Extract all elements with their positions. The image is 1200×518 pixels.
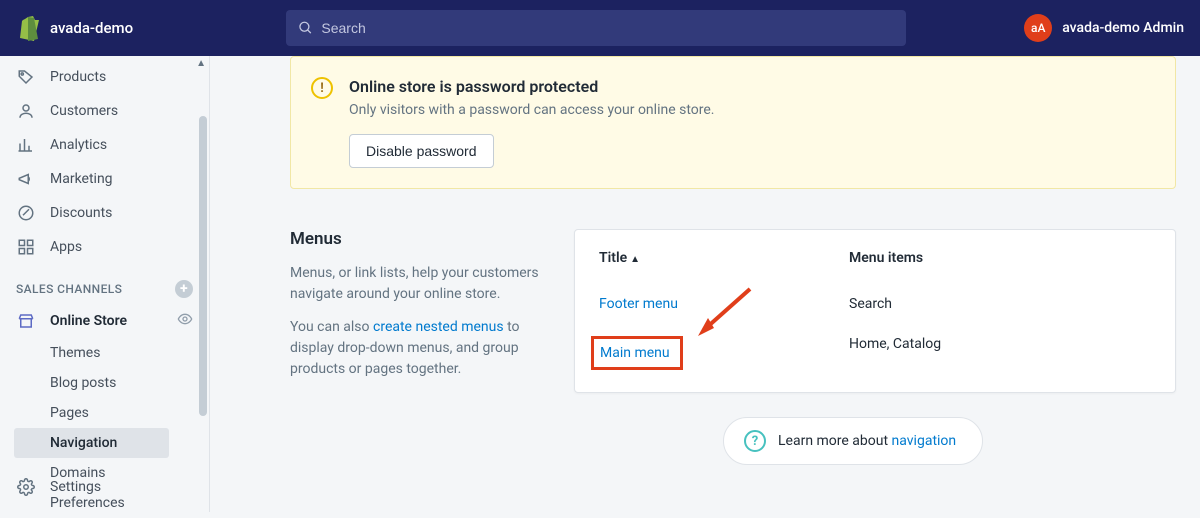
disable-password-button[interactable]: Disable password	[349, 134, 494, 168]
nav-discounts[interactable]: Discounts	[0, 196, 209, 230]
nav-label: Customers	[50, 103, 118, 119]
table-header: Title▲ Menu items	[575, 250, 1175, 284]
menus-para-2: You can also create nested menus to disp…	[290, 317, 550, 380]
nav-label: Apps	[50, 239, 82, 255]
search-area	[286, 10, 1024, 46]
nav-label: Products	[50, 69, 106, 85]
annotation-highlight-box: Main menu	[591, 336, 683, 370]
apps-icon	[16, 237, 36, 257]
col-title-header[interactable]: Title▲	[599, 250, 849, 266]
nav-label: Analytics	[50, 137, 107, 153]
add-channel-icon[interactable]: +	[175, 280, 193, 298]
main-content: ! Online store is password protected Onl…	[210, 56, 1200, 512]
search-input[interactable]	[321, 20, 894, 36]
analytics-icon	[16, 135, 36, 155]
menus-heading: Menus	[290, 229, 550, 249]
person-icon	[16, 101, 36, 121]
create-nested-menus-link[interactable]: create nested menus	[373, 319, 504, 335]
learn-navigation-link[interactable]: navigation	[892, 433, 957, 449]
help-icon: ?	[744, 430, 766, 452]
section-title-text: SALES CHANNELS	[16, 282, 122, 296]
view-store-icon[interactable]	[177, 311, 193, 331]
discount-icon	[16, 203, 36, 223]
sub-themes[interactable]: Themes	[50, 338, 209, 368]
menu-items-cell: Search	[849, 296, 1151, 312]
sort-asc-icon: ▲	[630, 254, 640, 265]
nav-label: Online Store	[50, 313, 163, 329]
nav-customers[interactable]: Customers	[0, 94, 209, 128]
sidebar-scrollbar[interactable]: ▲	[195, 56, 209, 512]
search-icon	[298, 20, 313, 36]
annotation-arrow-icon	[690, 284, 760, 344]
nav-label: Marketing	[50, 171, 113, 187]
shop-name: avada-demo	[50, 19, 133, 37]
sub-pages[interactable]: Pages	[50, 398, 209, 428]
nav-analytics[interactable]: Analytics	[0, 128, 209, 162]
megaphone-icon	[16, 169, 36, 189]
learn-more-pill[interactable]: ? Learn more about navigation	[723, 417, 983, 465]
scroll-thumb[interactable]	[199, 116, 207, 416]
nav-online-store[interactable]: Online Store	[0, 304, 209, 338]
search-box[interactable]	[286, 10, 906, 46]
top-bar: avada-demo aA avada-demo Admin	[0, 0, 1200, 56]
warning-icon: !	[311, 77, 333, 99]
menu-link-main[interactable]: Main menu	[600, 345, 670, 361]
col-items-header: Menu items	[849, 250, 1151, 266]
nav-apps[interactable]: Apps	[0, 230, 209, 264]
nav-label: Settings	[50, 479, 101, 495]
account-area[interactable]: aA avada-demo Admin	[1024, 14, 1184, 42]
sidebar: ▲ Products Customers Analytics Marketing…	[0, 56, 210, 512]
tag-icon	[16, 67, 36, 87]
account-name: avada-demo Admin	[1062, 20, 1184, 36]
alert-body-text: Only visitors with a password can access…	[349, 102, 714, 118]
avatar: aA	[1024, 14, 1052, 42]
menus-para-1: Menus, or link lists, help your customer…	[290, 263, 550, 305]
table-row: Main menu Home, Catalog	[575, 324, 1175, 382]
menus-description: Menus Menus, or link lists, help your cu…	[290, 229, 550, 393]
menus-table-card: Title▲ Menu items Footer menu Search Mai…	[574, 229, 1176, 393]
alert-title: Online store is password protected	[349, 77, 714, 96]
sub-navigation[interactable]: Navigation	[14, 428, 169, 458]
nav-products[interactable]: Products	[0, 60, 209, 94]
menu-items-cell: Home, Catalog	[849, 336, 1151, 370]
sub-blog-posts[interactable]: Blog posts	[50, 368, 209, 398]
scroll-up-icon[interactable]: ▲	[196, 58, 206, 69]
learn-more-text: Learn more about navigation	[778, 433, 956, 449]
logo-area: avada-demo	[16, 15, 286, 41]
store-icon	[16, 311, 36, 331]
sales-channels-heading: SALES CHANNELS +	[0, 264, 209, 304]
password-alert: ! Online store is password protected Onl…	[290, 56, 1176, 189]
shopify-logo-icon	[16, 15, 40, 41]
table-row: Footer menu Search	[575, 284, 1175, 324]
nav-settings[interactable]: Settings	[0, 470, 209, 504]
nav-label: Discounts	[50, 205, 112, 221]
nav-marketing[interactable]: Marketing	[0, 162, 209, 196]
gear-icon	[16, 477, 36, 497]
